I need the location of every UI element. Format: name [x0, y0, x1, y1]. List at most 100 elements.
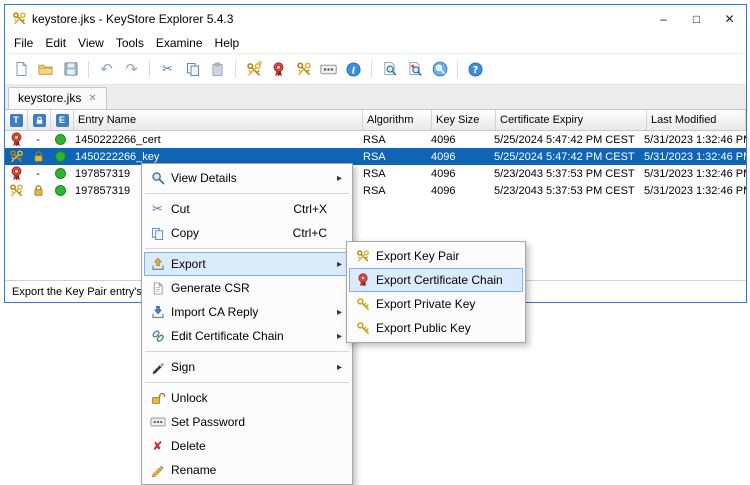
- paste-clipboard-icon: [210, 62, 225, 77]
- expiry-status-green-icon: [55, 134, 66, 145]
- menu-separator: [145, 248, 349, 249]
- menu-edit[interactable]: Edit: [39, 34, 72, 52]
- menu-item-sign[interactable]: Sign ▸: [144, 355, 350, 379]
- menu-item-label: Edit Certificate Chain: [167, 329, 327, 343]
- expiry-status-green-icon: [55, 151, 66, 162]
- new-keystore-button[interactable]: [9, 58, 32, 81]
- import-key-pair-button[interactable]: [292, 58, 315, 81]
- certificate-icon: [9, 132, 24, 147]
- column-header-algorithm[interactable]: Algorithm: [363, 110, 432, 130]
- column-header-certificate-expiry[interactable]: Certificate Expiry: [496, 110, 647, 130]
- submenu-arrow-icon: ▸: [337, 259, 346, 270]
- key-size: 4096: [427, 168, 490, 180]
- menu-item-label: Cut: [167, 202, 293, 216]
- menu-file[interactable]: File: [8, 34, 39, 52]
- table-header-row: T E Entry Name Algorithm Key Size Certif…: [5, 110, 746, 131]
- menu-item-export[interactable]: Export ▸: [144, 252, 350, 276]
- menu-item-import-ca-reply[interactable]: Import CA Reply ▸: [144, 300, 350, 324]
- menu-item-rename[interactable]: Rename: [144, 458, 350, 482]
- menu-bar: File Edit View Tools Examine Help: [5, 32, 746, 53]
- key-size: 4096: [427, 134, 490, 146]
- tab-close-icon[interactable]: ✕: [88, 93, 96, 104]
- export-icon: [148, 257, 167, 271]
- maximize-button[interactable]: □: [680, 5, 713, 32]
- redo-button[interactable]: ↷: [120, 58, 143, 81]
- column-header-lock-status[interactable]: [28, 110, 51, 130]
- window-title: keystore.jks - KeyStore Explorer 5.4.3: [32, 12, 233, 26]
- certificate-expiry: 5/23/2043 5:37:53 PM CEST: [490, 168, 640, 180]
- menu-item-delete[interactable]: ✘ Delete: [144, 434, 350, 458]
- column-header-key-size[interactable]: Key Size: [432, 110, 496, 130]
- expiry-status-green-icon: [55, 185, 66, 196]
- minimize-button[interactable]: –: [647, 5, 680, 32]
- detect-file-type-button[interactable]: [428, 58, 451, 81]
- algorithm: RSA: [359, 185, 427, 197]
- key-icon: [353, 321, 372, 335]
- table-row[interactable]: - 1450222266_cert RSA 4096 5/25/2024 5:4…: [5, 131, 746, 148]
- export-submenu: Export Key Pair Export Certificate Chain…: [346, 241, 526, 343]
- menu-item-label: Set Password: [167, 415, 327, 429]
- menu-item-view-details[interactable]: View Details ▸: [144, 166, 350, 190]
- menu-examine[interactable]: Examine: [150, 34, 209, 52]
- table-row[interactable]: - 197857319 RSA 4096 5/23/2043 5:37:53 P…: [5, 165, 746, 182]
- detect-type-icon: [432, 61, 448, 77]
- menu-item-edit-certificate-chain[interactable]: Edit Certificate Chain ▸: [144, 324, 350, 348]
- submenu-item-export-public-key[interactable]: Export Public Key: [349, 316, 523, 340]
- save-keystore-button[interactable]: [59, 58, 82, 81]
- menu-item-unlock[interactable]: Unlock: [144, 386, 350, 410]
- lock-status: -: [27, 168, 49, 180]
- submenu-item-export-private-key[interactable]: Export Private Key: [349, 292, 523, 316]
- keypair-icon: [9, 149, 24, 164]
- table-row[interactable]: 197857319 RSA 4096 5/23/2043 5:37:53 PM …: [5, 182, 746, 199]
- column-header-last-modified[interactable]: Last Modified: [647, 110, 746, 130]
- password-icon: [320, 63, 337, 76]
- type-column-icon: T: [10, 114, 23, 127]
- key-icon: [353, 297, 372, 311]
- open-keystore-button[interactable]: [34, 58, 57, 81]
- menu-help[interactable]: Help: [209, 34, 246, 52]
- last-modified: 5/31/2023 1:32:46 PM CEST: [640, 185, 746, 197]
- tab-keystore-jks[interactable]: keystore.jks ✕: [8, 87, 107, 109]
- entry-name: 1450222266_cert: [71, 134, 359, 146]
- menu-tools[interactable]: Tools: [110, 34, 150, 52]
- certificate-icon: [353, 273, 372, 287]
- expiry-column-icon: E: [56, 114, 69, 127]
- menu-view[interactable]: View: [72, 34, 110, 52]
- help-button[interactable]: ?: [464, 58, 487, 81]
- submenu-item-export-key-pair[interactable]: Export Key Pair: [349, 244, 523, 268]
- column-header-expiry[interactable]: E: [51, 110, 74, 130]
- undo-icon: ↶: [100, 62, 113, 77]
- set-password-button[interactable]: [317, 58, 340, 81]
- info-icon: i: [346, 62, 361, 77]
- copy-button[interactable]: [181, 58, 204, 81]
- examine-crl-icon: [407, 61, 423, 77]
- close-button[interactable]: ✕: [713, 5, 746, 32]
- submenu-arrow-icon: ▸: [337, 173, 346, 184]
- menu-item-set-password[interactable]: Set Password: [144, 410, 350, 434]
- menu-item-label: Import CA Reply: [167, 305, 327, 319]
- toolbar-separator: [149, 61, 150, 78]
- menu-separator: [145, 351, 349, 352]
- status-text: Export the Key Pair entry's ce: [12, 286, 157, 298]
- column-header-entry-name[interactable]: Entry Name: [74, 110, 363, 130]
- menu-item-generate-csr[interactable]: Generate CSR: [144, 276, 350, 300]
- examine-crl-button[interactable]: [403, 58, 426, 81]
- table-row-selected[interactable]: 1450222266_key RSA 4096 5/25/2024 5:47:4…: [5, 148, 746, 165]
- import-trusted-certificate-button[interactable]: [267, 58, 290, 81]
- menu-item-copy[interactable]: Copy Ctrl+C: [144, 221, 350, 245]
- keystore-properties-button[interactable]: i: [342, 58, 365, 81]
- chain-icon: [148, 329, 167, 343]
- title-bar: keystore.jks - KeyStore Explorer 5.4.3 –…: [5, 5, 746, 32]
- cut-button[interactable]: ✂: [156, 58, 179, 81]
- menu-item-cut[interactable]: ✂ Cut Ctrl+X: [144, 197, 350, 221]
- undo-button[interactable]: ↶: [95, 58, 118, 81]
- svg-text:?: ?: [473, 65, 478, 76]
- examine-certificate-button[interactable]: [378, 58, 401, 81]
- submenu-item-export-certificate-chain[interactable]: Export Certificate Chain: [349, 268, 523, 292]
- toolbar-separator: [235, 61, 236, 78]
- keypair-icon: [296, 61, 312, 77]
- scissors-icon: ✂: [162, 61, 173, 77]
- column-header-type[interactable]: T: [5, 110, 28, 130]
- generate-key-pair-button[interactable]: [242, 58, 265, 81]
- paste-button[interactable]: [206, 58, 229, 81]
